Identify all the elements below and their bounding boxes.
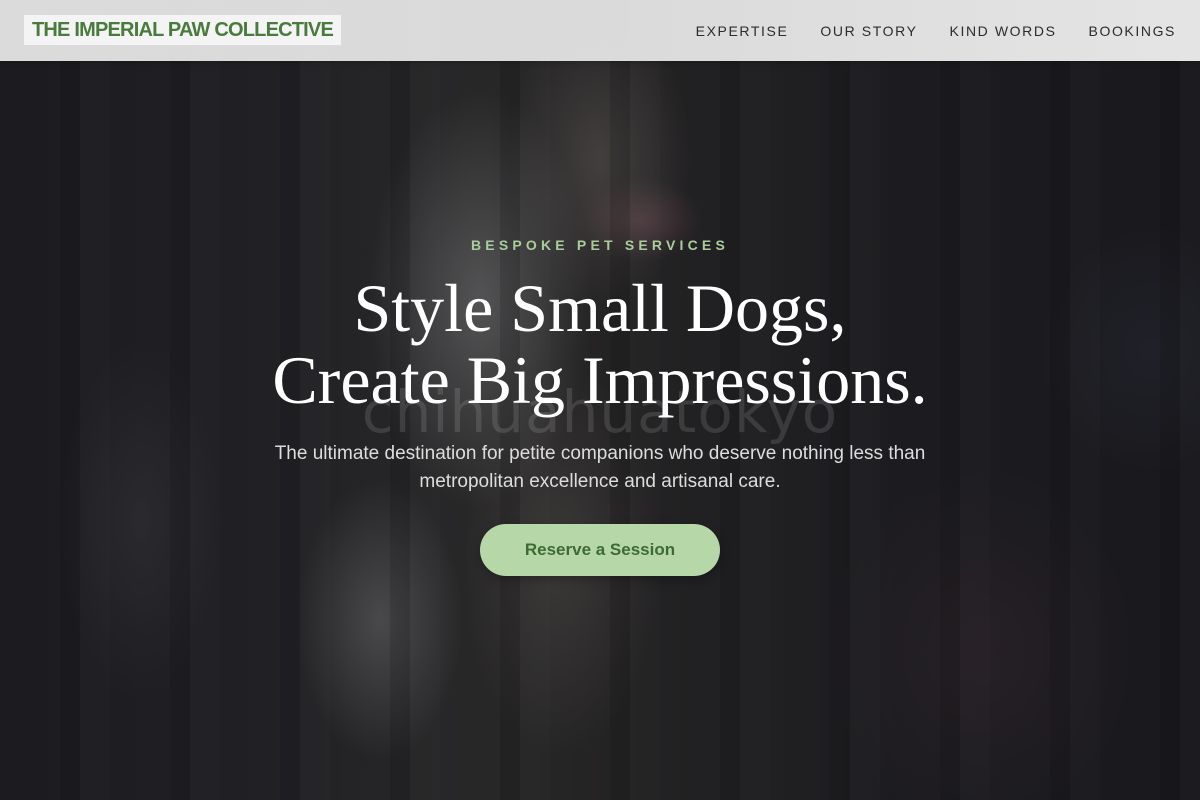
nav-item-our-story[interactable]: OUR STORY	[820, 23, 917, 39]
hero-headline: Style Small Dogs, Create Big Impressions…	[0, 272, 1200, 416]
brand-logo[interactable]: THE IMPERIAL PAW COLLECTIVE	[24, 15, 342, 45]
main-nav: EXPERTISE OUR STORY KIND WORDS BOOKINGS	[696, 0, 1176, 61]
nav-item-bookings[interactable]: BOOKINGS	[1089, 23, 1176, 39]
reserve-session-button[interactable]: Reserve a Session	[480, 524, 720, 576]
page: chihuahuatokyo THE IMPERIAL PAW COLLECTI…	[0, 0, 1200, 800]
nav-item-expertise[interactable]: EXPERTISE	[696, 23, 789, 39]
hero-headline-line1: Style Small Dogs,	[353, 270, 847, 346]
site-header: THE IMPERIAL PAW COLLECTIVE EXPERTISE OU…	[0, 0, 1200, 61]
hero-subtext: The ultimate destination for petite comp…	[274, 443, 926, 492]
nav-item-kind-words[interactable]: KIND WORDS	[950, 23, 1057, 39]
hero-eyebrow: BESPOKE PET SERVICES	[470, 237, 729, 253]
hero-headline-line2: Create Big Impressions.	[272, 342, 928, 418]
